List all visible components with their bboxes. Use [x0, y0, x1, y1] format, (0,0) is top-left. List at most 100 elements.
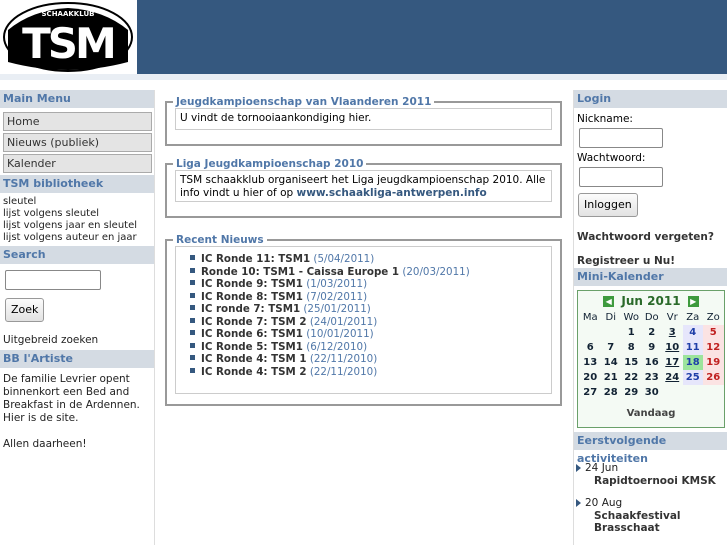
nickname-input[interactable] [579, 128, 663, 148]
activity-date: 24 Jun [585, 462, 619, 474]
news-item-title[interactable]: IC Ronde 4: TSM 1 [201, 353, 307, 365]
calendar-day[interactable]: 7 [601, 340, 622, 355]
calendar-day[interactable]: 2 [642, 325, 663, 340]
activity-title[interactable]: Rapidtoernooi KMSK [585, 475, 727, 488]
calendar-day[interactable]: 30 [642, 385, 663, 400]
calendar-grid: Ma Di Wo Do Vr Za Zo 1 2 3 4 5 6 7 8 9 10 11 12 13 14 15 16 17 1… [580, 310, 724, 400]
calendar-day[interactable]: 17 [662, 355, 683, 370]
calendar-day[interactable]: 19 [703, 355, 724, 370]
calendar-day[interactable]: 8 [621, 340, 642, 355]
weekday-label: Zo [706, 312, 720, 323]
news-item[interactable]: IC Ronde 7: TSM 2 (24/01/2011) [190, 316, 547, 329]
calendar-day[interactable]: 4 [682, 325, 703, 340]
nickname-label: Nickname: [577, 113, 633, 125]
activities-list: 24 Jun Rapidtoernooi KMSK 20 Aug Schaakfest… [574, 462, 727, 535]
calendar-day[interactable]: 13 [580, 355, 601, 370]
calendar-day[interactable]: 22 [621, 370, 642, 385]
register-link[interactable]: Registreer u Nu! [574, 254, 727, 268]
news-item[interactable]: IC Ronde 4: TSM 2 (22/11/2010) [190, 366, 547, 379]
recent-news-box: Recent Nieuws IC Ronde 11: TSM1 (5/04/20… [165, 234, 562, 406]
news-item-date: (6/12/2010) [306, 340, 368, 353]
weekday-label: Vr [666, 312, 678, 323]
prev-month-icon[interactable]: ◀ [603, 296, 615, 307]
calendar-day[interactable]: 24 [662, 370, 683, 385]
news-item-title[interactable]: IC Ronde 5: TSM1 [201, 341, 303, 353]
calendar-day[interactable]: 11 [682, 340, 703, 355]
bullet-icon [190, 355, 195, 360]
calendar-day[interactable]: 16 [642, 355, 663, 370]
news-item[interactable]: Ronde 10: TSM1 - Caissa Europe 1 (20/03/… [190, 266, 547, 279]
calendar-day[interactable]: 25 [682, 370, 703, 385]
menu-item-nieuws[interactable]: Nieuws (publiek) [3, 133, 152, 152]
recent-news-title: Recent Nieuws [176, 234, 264, 246]
library-link-sleutel[interactable]: sleutel [0, 196, 154, 208]
forgot-password-link[interactable]: Wachtwoord vergeten? [574, 230, 727, 244]
news-item[interactable]: IC Ronde 4: TSM 1 (22/11/2010) [190, 353, 547, 366]
right-sidebar: Login Nickname: Wachtwoord: Inloggen Wac… [573, 90, 727, 545]
news-item[interactable]: IC Ronde 5: TSM1 (6/12/2010) [190, 341, 547, 354]
news-item-title[interactable]: IC Ronde 9: TSM1 [201, 278, 303, 290]
schaakliga-link[interactable]: www.schaakliga-antwerpen.info [297, 187, 487, 199]
calendar-empty-cell [662, 385, 683, 400]
news-item-title[interactable]: IC ronde 7: TSM1 [201, 303, 300, 315]
news-item-title[interactable]: IC Ronde 7: TSM 2 [201, 316, 307, 328]
calendar-day[interactable]: 3 [662, 325, 683, 340]
box-title: Jeugdkampioenschap van Vlaanderen 2011 [176, 96, 432, 108]
calendar-day[interactable]: 10 [662, 340, 683, 355]
news-item-title[interactable]: IC Ronde 11: TSM1 [201, 253, 310, 265]
news-item[interactable]: IC Ronde 8: TSM1 (7/02/2011) [190, 291, 547, 304]
search-button[interactable]: Zoek [5, 298, 45, 322]
activity-item[interactable]: 20 Aug Schaakfestival Brasschaat [574, 497, 727, 535]
bullet-icon [190, 292, 195, 298]
news-item[interactable]: IC Ronde 6: TSM1 (10/01/2011) [190, 328, 547, 341]
recent-news-list: IC Ronde 11: TSM1 (5/04/2011) Ronde 10: T… [180, 253, 547, 378]
news-item-title[interactable]: Ronde 10: TSM1 - Caissa Europe 1 [201, 266, 399, 278]
password-input[interactable] [579, 167, 663, 187]
news-item-title[interactable]: IC Ronde 8: TSM1 [201, 291, 303, 303]
calendar-day[interactable]: 20 [580, 370, 601, 385]
calendar-empty-cell [601, 325, 622, 340]
next-month-icon[interactable]: ▶ [687, 296, 699, 307]
library-link-by-key[interactable]: lijst volgens sleutel [0, 208, 154, 220]
search-input[interactable] [5, 270, 101, 290]
calendar-day[interactable]: 28 [601, 385, 622, 400]
calendar-day[interactable]: 14 [601, 355, 622, 370]
calendar-day[interactable]: 15 [621, 355, 642, 370]
box-text: U vindt de tornooiaankondiging hier. [175, 108, 552, 130]
news-item[interactable]: IC Ronde 11: TSM1 (5/04/2011) [190, 253, 547, 266]
login-button[interactable]: Inloggen [578, 193, 638, 217]
activity-title[interactable]: Schaakfestival Brasschaat [585, 510, 727, 535]
calendar-day[interactable]: 21 [601, 370, 622, 385]
news-item-date: (22/11/2010) [309, 365, 378, 378]
advanced-search-link[interactable]: Uitgebreid zoeken [0, 333, 154, 347]
calendar-empty-cell [580, 325, 601, 340]
calendar-day[interactable]: 12 [703, 340, 724, 355]
library-link-by-author[interactable]: lijst volgens auteur en jaar [0, 232, 154, 244]
menu-item-kalender[interactable]: Kalender [3, 154, 152, 173]
news-item-title[interactable]: IC Ronde 6: TSM1 [201, 328, 303, 340]
menu-item-home[interactable]: Home [3, 112, 152, 131]
search-title: Search [0, 246, 154, 264]
calendar-day[interactable]: 29 [621, 385, 642, 400]
calendar-today-link[interactable]: Vandaag [578, 408, 724, 419]
calendar-day[interactable]: 5 [703, 325, 724, 340]
calendar-day[interactable]: 27 [580, 385, 601, 400]
activity-item[interactable]: 24 Jun Rapidtoernooi KMSK [574, 462, 727, 487]
bullet-icon [190, 330, 195, 335]
calendar-day[interactable]: 1 [621, 325, 642, 340]
calendar-day[interactable]: 18 [682, 355, 703, 370]
weekday-label: Do [644, 312, 659, 323]
news-item[interactable]: IC ronde 7: TSM1 (25/01/2011) [190, 303, 547, 316]
weekday-label: Di [605, 312, 616, 323]
news-item[interactable]: IC Ronde 9: TSM1 (1/03/2011) [190, 278, 547, 291]
calendar-day[interactable]: 6 [580, 340, 601, 355]
calendar-day[interactable]: 23 [642, 370, 663, 385]
news-item-title[interactable]: IC Ronde 4: TSM 2 [201, 366, 307, 378]
bullet-icon [190, 255, 195, 260]
calendar-month: Jun 2011 [621, 294, 681, 308]
calendar-header: ◀ Jun 2011 ▶ [578, 293, 724, 310]
tsm-logo[interactable]: SCHAAKKLUB TSM [2, 2, 134, 72]
calendar-day[interactable]: 9 [642, 340, 663, 355]
library-link-by-year[interactable]: lijst volgens jaar en sleutel [0, 220, 154, 232]
calendar-day[interactable]: 26 [703, 370, 724, 385]
